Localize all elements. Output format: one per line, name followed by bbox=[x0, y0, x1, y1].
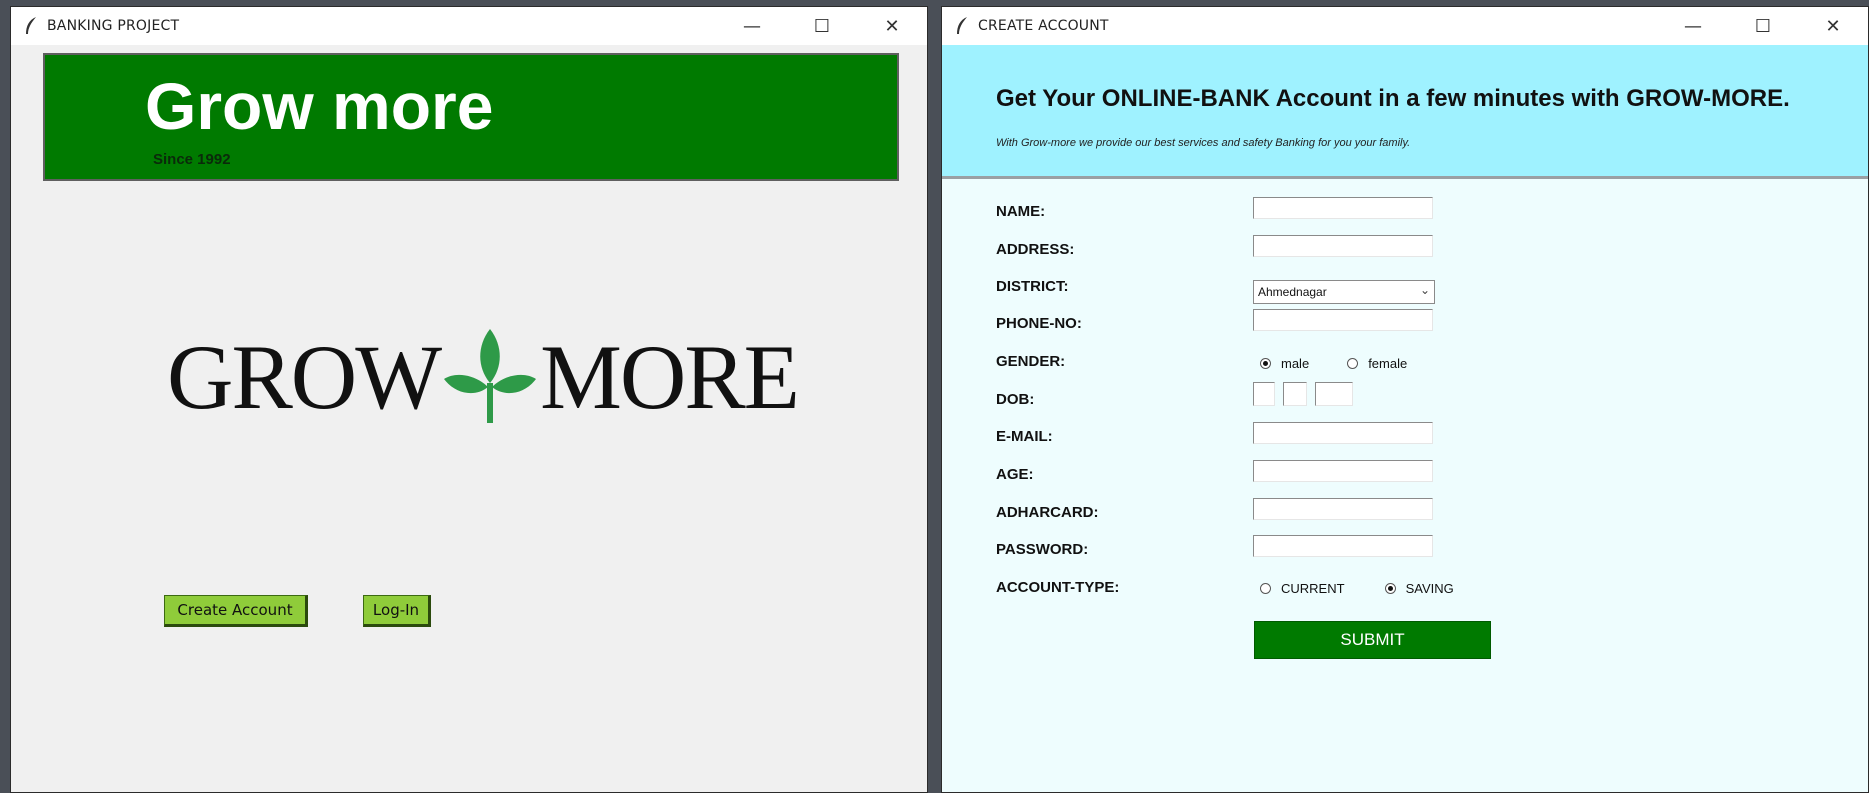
account-type-option-saving[interactable]: SAVING bbox=[1384, 581, 1454, 596]
account-type-option-current[interactable]: CURRENT bbox=[1260, 581, 1345, 596]
logo-right-word: MORE bbox=[540, 326, 800, 428]
radio-unchecked-icon[interactable] bbox=[1260, 583, 1271, 594]
account-type-radio-group: CURRENT SAVING bbox=[1260, 581, 1492, 596]
address-input[interactable] bbox=[1253, 235, 1433, 257]
radio-checked-icon[interactable] bbox=[1260, 358, 1271, 369]
titlebar[interactable]: CREATE ACCOUNT — ☐ ✕ bbox=[942, 7, 1868, 45]
phone-label: PHONE-NO: bbox=[996, 315, 1082, 332]
radio-unchecked-icon[interactable] bbox=[1347, 358, 1359, 369]
window-title: BANKING PROJECT bbox=[47, 18, 180, 34]
maximize-button[interactable]: ☐ bbox=[787, 7, 857, 45]
brand-banner: Grow more Since 1992 bbox=[43, 53, 899, 181]
email-label: E-MAIL: bbox=[996, 428, 1053, 445]
gender-option-female[interactable]: female bbox=[1347, 356, 1407, 371]
radio-checked-icon[interactable] bbox=[1384, 583, 1396, 594]
district-selected-value: Ahmednagar bbox=[1258, 285, 1327, 299]
radio-label: SAVING bbox=[1405, 581, 1454, 596]
age-input[interactable] bbox=[1253, 460, 1433, 482]
account-type-label: ACCOUNT-TYPE: bbox=[996, 579, 1120, 596]
adharcard-label: ADHARCARD: bbox=[996, 504, 1099, 521]
phone-input[interactable] bbox=[1253, 309, 1433, 331]
adharcard-input[interactable] bbox=[1253, 498, 1433, 520]
titlebar[interactable]: BANKING PROJECT — ☐ ✕ bbox=[11, 7, 927, 45]
age-label: AGE: bbox=[996, 466, 1034, 483]
dob-day-input[interactable] bbox=[1253, 382, 1275, 406]
password-label: PASSWORD: bbox=[996, 541, 1089, 558]
gender-label: GENDER: bbox=[996, 353, 1066, 370]
dob-label: DOB: bbox=[996, 391, 1035, 408]
logo-left-word: GROW bbox=[167, 326, 442, 428]
form-header: Get Your ONLINE-BANK Account in a few mi… bbox=[942, 45, 1868, 179]
banner-subtitle: Since 1992 bbox=[153, 151, 231, 168]
header-title: Get Your ONLINE-BANK Account in a few mi… bbox=[996, 85, 1790, 112]
district-label: DISTRICT: bbox=[996, 278, 1069, 295]
maximize-button[interactable]: ☐ bbox=[1728, 7, 1798, 45]
gender-radio-group: male female bbox=[1260, 356, 1445, 371]
dob-month-input[interactable] bbox=[1283, 382, 1307, 406]
close-button[interactable]: ✕ bbox=[1798, 7, 1868, 45]
radio-label: CURRENT bbox=[1281, 581, 1345, 596]
submit-button[interactable]: SUBMIT bbox=[1254, 621, 1491, 659]
minimize-button[interactable]: — bbox=[717, 7, 787, 45]
header-subtitle: With Grow-more we provide our best servi… bbox=[996, 137, 1411, 149]
name-input[interactable] bbox=[1253, 197, 1433, 219]
window-title: CREATE ACCOUNT bbox=[978, 18, 1109, 34]
feather-icon bbox=[957, 17, 967, 34]
login-button[interactable]: Log-In bbox=[363, 595, 431, 627]
radio-label: male bbox=[1281, 356, 1310, 371]
banner-title: Grow more bbox=[145, 69, 494, 143]
address-label: ADDRESS: bbox=[996, 241, 1075, 258]
leaf-icon bbox=[444, 329, 537, 423]
dob-year-input[interactable] bbox=[1315, 382, 1353, 406]
grow-more-logo: GROW MORE bbox=[167, 325, 800, 429]
feather-icon bbox=[26, 17, 36, 34]
name-label: NAME: bbox=[996, 203, 1046, 220]
radio-label: female bbox=[1368, 356, 1408, 371]
create-account-button[interactable]: Create Account bbox=[164, 595, 308, 627]
chevron-down-icon: ⌄ bbox=[1419, 283, 1430, 297]
gender-option-male[interactable]: male bbox=[1260, 356, 1309, 371]
email-input[interactable] bbox=[1253, 422, 1433, 444]
password-input[interactable] bbox=[1253, 535, 1433, 557]
minimize-button[interactable]: — bbox=[1658, 7, 1728, 45]
district-select[interactable]: Ahmednagar ⌄ bbox=[1253, 280, 1435, 304]
create-account-window: CREATE ACCOUNT — ☐ ✕ Get Your ONLINE-BAN… bbox=[941, 6, 1869, 793]
banking-project-window: BANKING PROJECT — ☐ ✕ Grow more Since 19… bbox=[10, 6, 928, 793]
close-button[interactable]: ✕ bbox=[857, 7, 927, 45]
